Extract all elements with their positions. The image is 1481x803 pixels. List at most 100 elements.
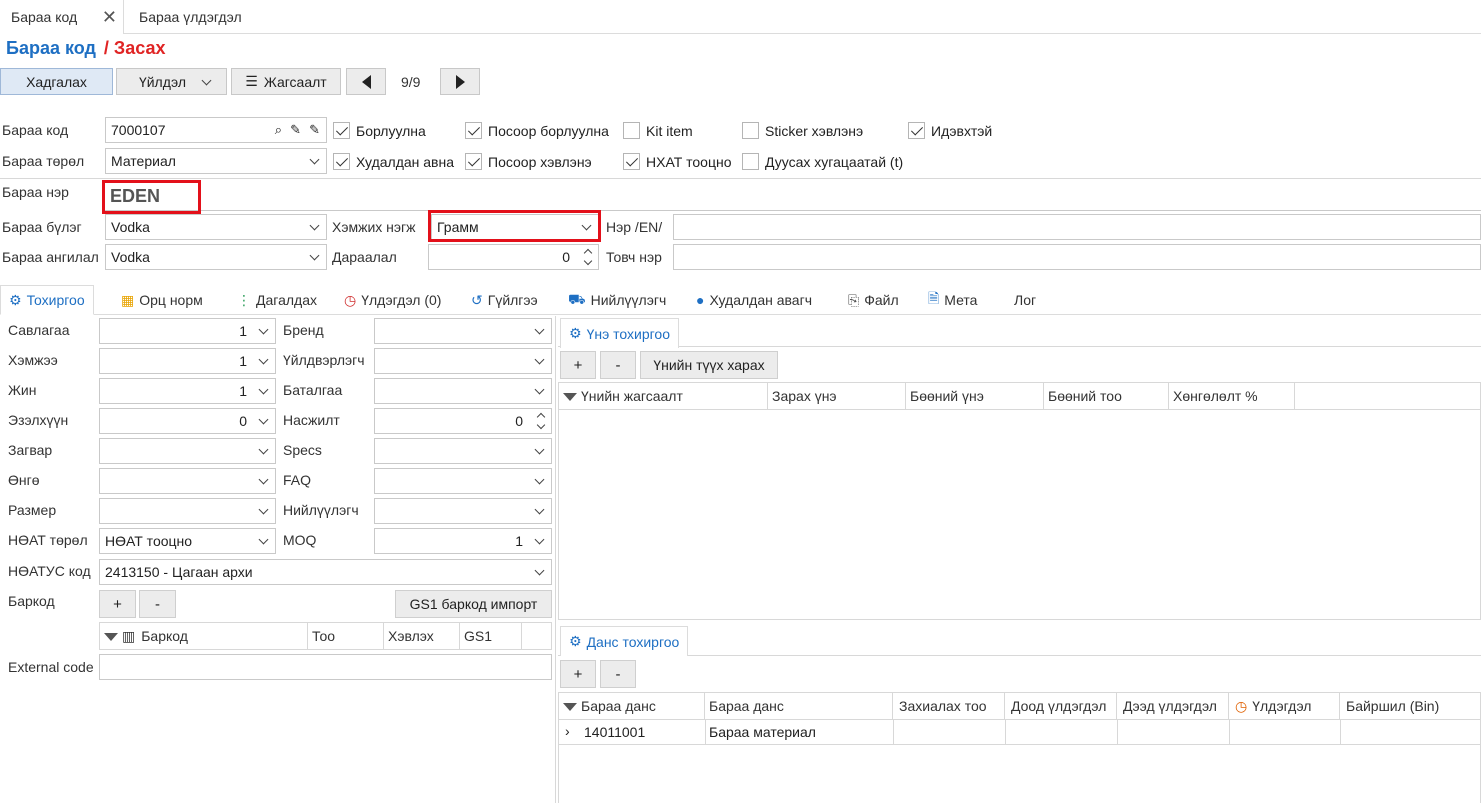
tab-log[interactable]: Лог bbox=[1014, 285, 1036, 315]
warranty-select[interactable] bbox=[374, 378, 552, 404]
table-row[interactable]: › 14011001 Бараа материал bbox=[559, 720, 1481, 745]
checkbox-box[interactable] bbox=[742, 153, 759, 170]
size-select[interactable]: 1 bbox=[99, 348, 276, 374]
add-barcode-button[interactable]: + bbox=[99, 590, 136, 618]
grid-header[interactable]: Зарах үнэ bbox=[768, 383, 906, 409]
manufacturer-select[interactable] bbox=[374, 348, 552, 374]
pencil-icon[interactable]: ✎ bbox=[290, 118, 301, 142]
checkbox-box[interactable] bbox=[623, 122, 640, 139]
grid-header[interactable]: Дээд үлдэгдэл bbox=[1117, 693, 1229, 719]
gs1-import-button[interactable]: GS1 баркод импорт bbox=[395, 590, 552, 618]
tab-account-settings[interactable]: ⚙ Данс тохиргоо bbox=[560, 626, 689, 656]
checkbox-box[interactable] bbox=[465, 153, 482, 170]
checkbox-box[interactable] bbox=[465, 122, 482, 139]
moq-select[interactable]: 1 bbox=[374, 528, 552, 554]
tab-accessories[interactable]: ⋮ Дагалдах bbox=[237, 285, 317, 315]
tab-buyers[interactable]: ● Худалдан авагч bbox=[696, 285, 812, 315]
tab-label: Мета bbox=[944, 292, 978, 308]
remove-barcode-button[interactable]: - bbox=[139, 590, 176, 618]
checkbox-pos-sell[interactable]: Посоор борлуулна bbox=[465, 122, 609, 139]
supplier-select[interactable] bbox=[374, 498, 552, 524]
packaging-select[interactable]: 1 bbox=[99, 318, 276, 344]
remove-account-button[interactable]: - bbox=[600, 660, 636, 688]
grid-header[interactable]: Бөөний үнэ bbox=[906, 383, 1044, 409]
checkbox-box[interactable] bbox=[742, 122, 759, 139]
volume-select[interactable]: 0 bbox=[99, 408, 276, 434]
spinner-arrows-icon[interactable] bbox=[535, 410, 547, 432]
add-account-button[interactable]: + bbox=[560, 660, 596, 688]
checkbox-tax[interactable]: НХАТ тооцно bbox=[623, 153, 732, 170]
checkbox-box[interactable] bbox=[623, 153, 640, 170]
weight-select[interactable]: 1 bbox=[99, 378, 276, 404]
filter-icon[interactable] bbox=[104, 633, 118, 641]
next-button[interactable] bbox=[440, 68, 480, 95]
short-name-input[interactable] bbox=[673, 244, 1481, 270]
add-price-button[interactable]: + bbox=[560, 351, 596, 379]
tab-meta[interactable]: 🗎 Мета bbox=[928, 285, 977, 315]
checkbox-box[interactable] bbox=[333, 122, 350, 139]
grid-header[interactable]: Үнийн жагсаалт bbox=[559, 383, 768, 409]
grid-header[interactable]: GS1 bbox=[460, 623, 522, 649]
checkbox-kit-item[interactable]: Kit item bbox=[623, 122, 693, 139]
remove-price-button[interactable]: - bbox=[600, 351, 636, 379]
dimension-select[interactable] bbox=[99, 498, 276, 524]
type-select[interactable]: Материал bbox=[105, 148, 327, 174]
actions-dropdown[interactable]: Үйлдэл bbox=[116, 68, 227, 95]
grid-header[interactable]: Захиалах тоо bbox=[893, 693, 1005, 719]
grid-header[interactable]: Хэвлэх bbox=[384, 623, 460, 649]
price-history-button[interactable]: Үнийн түүх харах bbox=[640, 351, 778, 379]
specs-select[interactable] bbox=[374, 438, 552, 464]
name-input[interactable]: EDEN bbox=[102, 181, 1481, 211]
grid-header[interactable]: ▥ Баркод bbox=[100, 623, 308, 649]
checkbox-pos-print[interactable]: Посоор хэвлэнэ bbox=[465, 153, 592, 170]
checkbox-purchase[interactable]: Худалдан авна bbox=[333, 153, 454, 170]
checkbox-sticker[interactable]: Sticker хэвлэнэ bbox=[742, 122, 863, 139]
external-code-input[interactable] bbox=[99, 654, 552, 680]
breadcrumb-root[interactable]: Бараа код bbox=[6, 38, 96, 58]
prev-button[interactable] bbox=[346, 68, 386, 95]
grid-header[interactable]: Бараа данс bbox=[559, 693, 705, 719]
checkbox-active[interactable]: Идэвхтэй bbox=[908, 122, 992, 139]
filter-icon[interactable] bbox=[563, 393, 577, 401]
grid-header[interactable]: Тоо bbox=[308, 623, 384, 649]
search-icon[interactable]: ⌕ bbox=[275, 118, 282, 142]
checkbox-sell[interactable]: Борлуулна bbox=[333, 122, 426, 139]
tab-stock[interactable]: ◷ Үлдэгдэл (0) bbox=[344, 285, 441, 315]
tab-recipe[interactable]: ▦ Орц норм bbox=[121, 285, 203, 315]
close-icon[interactable]: ✕ bbox=[102, 0, 117, 34]
grid-header[interactable]: Байршил (Bin) bbox=[1340, 693, 1481, 719]
grid-header[interactable]: Хөнгөлөлт % bbox=[1169, 383, 1295, 409]
tab-transactions[interactable]: ↺ Гүйлгээ bbox=[471, 285, 538, 315]
expand-chevron-icon[interactable]: › bbox=[565, 723, 570, 739]
name-en-input[interactable] bbox=[673, 214, 1481, 240]
checkbox-box[interactable] bbox=[333, 153, 350, 170]
filter-icon[interactable] bbox=[563, 703, 577, 711]
tab-files[interactable]: ⎘ Файл bbox=[848, 285, 899, 315]
group-select[interactable]: Vodka bbox=[105, 214, 327, 240]
checkbox-box[interactable] bbox=[908, 122, 925, 139]
list-button[interactable]: ☰ Жагсаалт bbox=[231, 68, 341, 95]
aging-spinner[interactable]: 0 bbox=[374, 408, 552, 434]
grid-header[interactable]: ◷ Үлдэгдэл bbox=[1229, 693, 1340, 719]
color-select[interactable] bbox=[99, 468, 276, 494]
save-button[interactable]: Хадгалах bbox=[0, 68, 113, 95]
order-spinner[interactable]: 0 bbox=[428, 244, 599, 270]
vat-code-select[interactable]: 2413150 - Цагаан архи bbox=[99, 559, 552, 585]
vat-type-select[interactable]: НӨАТ тооцно bbox=[99, 528, 276, 554]
checkbox-expiry[interactable]: Дуусах хугацаатай (t) bbox=[742, 153, 903, 170]
grid-header[interactable]: Бараа данс bbox=[705, 693, 893, 719]
code-input[interactable]: 7000107 ⌕ ✎ ✎ bbox=[105, 117, 327, 143]
grid-header[interactable]: Бөөний тоо bbox=[1044, 383, 1169, 409]
tab-item-code[interactable]: Бараа код ✕ bbox=[0, 0, 124, 34]
grid-header[interactable]: Доод үлдэгдэл bbox=[1005, 693, 1117, 719]
tab-settings[interactable]: ⚙ Тохиргоо bbox=[0, 285, 94, 315]
tab-item-stock[interactable]: Бараа үлдэгдэл bbox=[128, 0, 268, 34]
model-select[interactable] bbox=[99, 438, 276, 464]
class-select[interactable]: Vodka bbox=[105, 244, 327, 270]
brand-select[interactable] bbox=[374, 318, 552, 344]
faq-select[interactable] bbox=[374, 468, 552, 494]
tab-suppliers[interactable]: ⛟ Нийлүүлэгч bbox=[568, 285, 666, 315]
spinner-arrows-icon[interactable] bbox=[582, 246, 594, 268]
pencil-icon[interactable]: ✎ bbox=[309, 118, 320, 142]
tab-price-settings[interactable]: ⚙ Үнэ тохиргоо bbox=[560, 318, 679, 348]
